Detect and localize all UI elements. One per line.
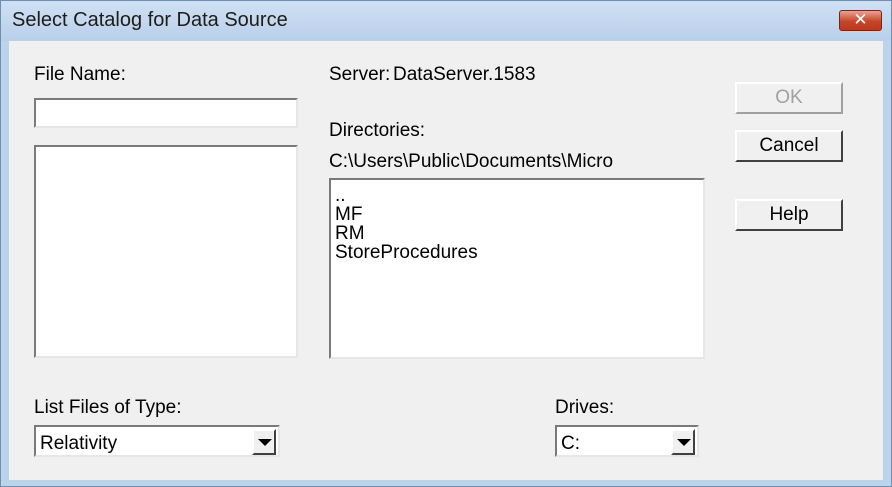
dialog-window: Select Catalog for Data Source ✕ File Na…	[0, 0, 892, 487]
cancel-button[interactable]: Cancel	[735, 130, 843, 162]
directory-item-storeprocedures[interactable]: StoreProcedures	[335, 243, 478, 262]
drives-select[interactable]: C:	[555, 425, 699, 457]
drives-dropdown-button[interactable]	[671, 429, 695, 455]
drives-value: C:	[561, 433, 580, 454]
chevron-down-icon	[258, 439, 272, 446]
server-label: Server:	[329, 64, 391, 85]
server-value: DataServer.1583	[393, 64, 536, 85]
directory-item-rm[interactable]: RM	[335, 224, 478, 243]
close-icon: ✕	[853, 10, 868, 30]
directory-list[interactable]: .. MF RM StoreProcedures	[329, 178, 705, 359]
file-type-value: Relativity	[40, 433, 118, 454]
close-button[interactable]: ✕	[839, 10, 882, 31]
file-list[interactable]	[34, 145, 298, 358]
file-type-dropdown-button[interactable]	[252, 429, 276, 455]
file-type-label: List Files of Type:	[34, 397, 182, 418]
directory-item-mf[interactable]: MF	[335, 205, 478, 224]
file-type-select[interactable]: Relativity	[34, 425, 280, 457]
dialog-client-area: File Name: Server: DataServer.1583 Direc…	[9, 41, 883, 480]
chevron-down-icon	[677, 439, 691, 446]
drives-label: Drives:	[555, 397, 615, 418]
directory-path: C:\Users\Public\Documents\Micro	[329, 151, 614, 172]
window-title: Select Catalog for Data Source	[12, 9, 288, 31]
directory-items: .. MF RM StoreProcedures	[335, 186, 478, 262]
title-bar[interactable]: Select Catalog for Data Source ✕	[1, 1, 891, 41]
help-button[interactable]: Help	[735, 199, 843, 231]
file-name-input[interactable]	[34, 98, 298, 128]
file-name-label: File Name:	[34, 64, 126, 85]
directories-label: Directories:	[329, 120, 426, 141]
directory-item-parent[interactable]: ..	[335, 186, 478, 205]
ok-button[interactable]: OK	[735, 82, 843, 114]
